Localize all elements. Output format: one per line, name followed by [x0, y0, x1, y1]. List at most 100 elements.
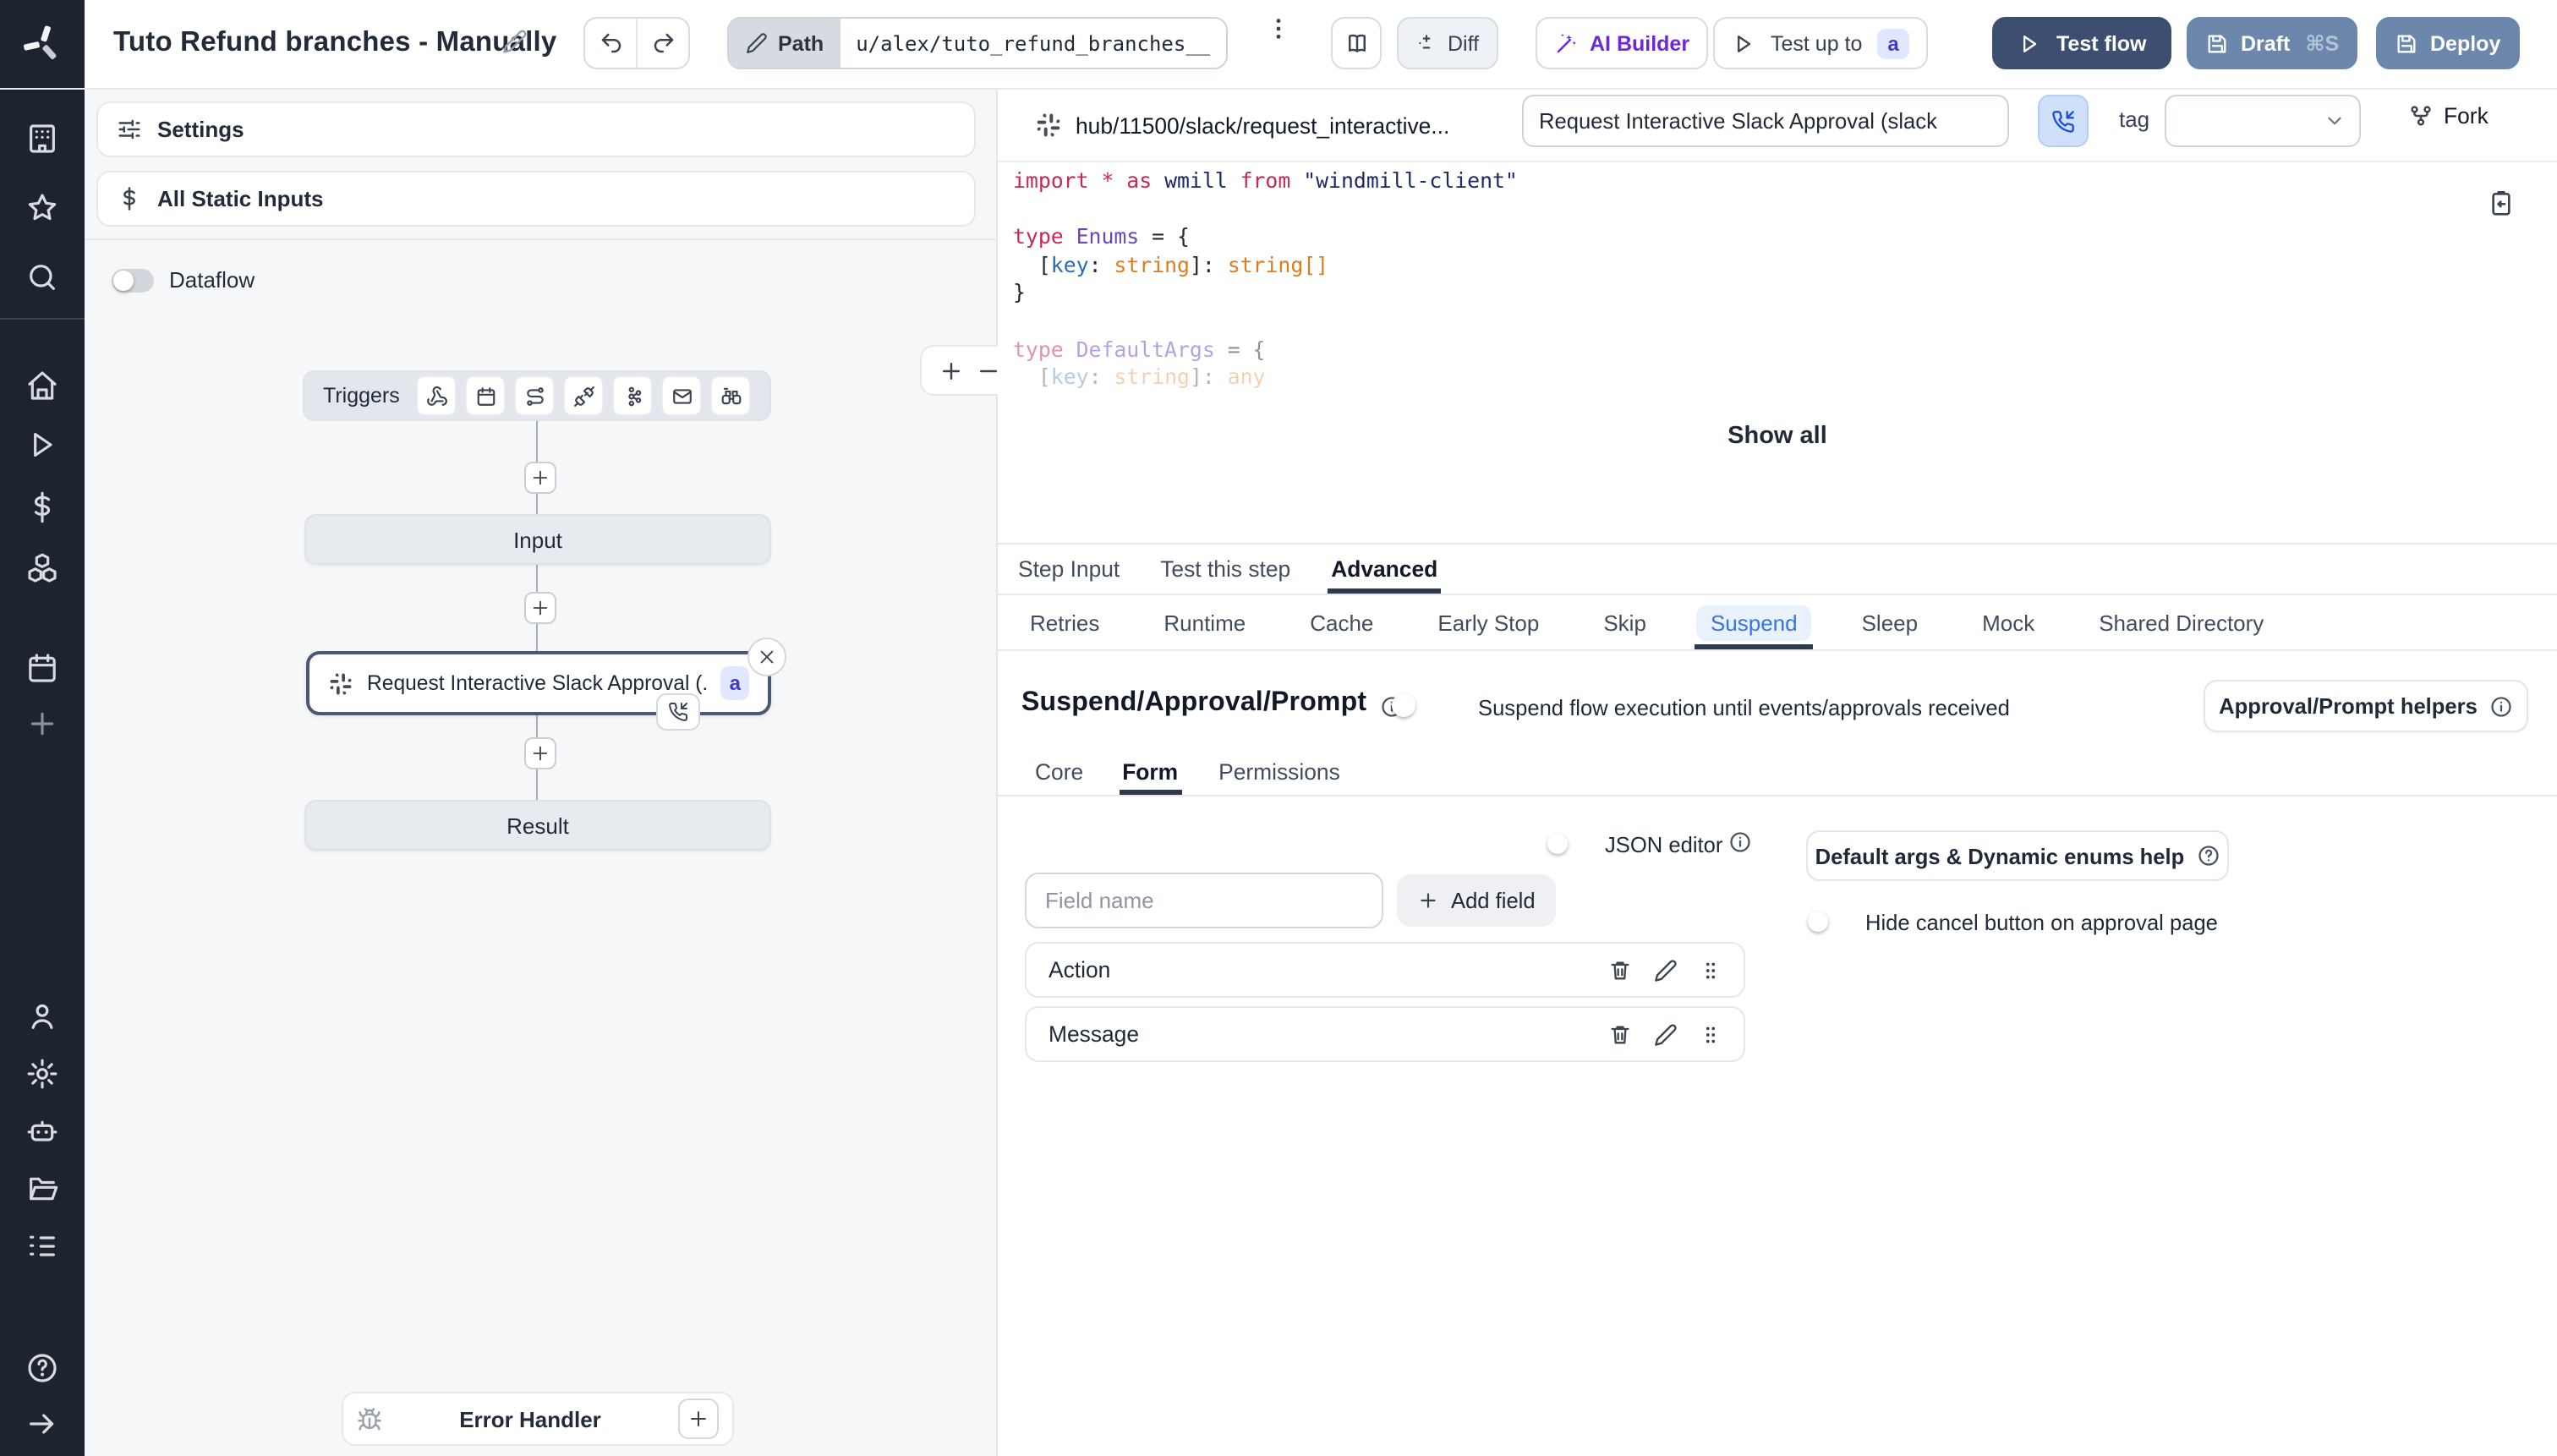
- all-static-inputs-button[interactable]: All Static Inputs: [96, 171, 976, 227]
- webhook-trigger-icon[interactable]: [416, 375, 457, 416]
- field-name: Action: [1049, 957, 1111, 983]
- flow-settings-button[interactable]: Settings: [96, 101, 976, 157]
- triggers-node[interactable]: Triggers: [303, 370, 771, 421]
- redo-button[interactable]: [636, 19, 688, 68]
- tab-early-stop[interactable]: Early Stop: [1405, 595, 1571, 649]
- variables-icon[interactable]: [25, 490, 59, 524]
- suspend-mode-button[interactable]: [2038, 95, 2089, 147]
- tag-select[interactable]: [2165, 95, 2361, 147]
- pencil-icon[interactable]: [1654, 958, 1678, 982]
- tab-permissions[interactable]: Permissions: [1198, 747, 1361, 795]
- tab-test-this-step[interactable]: Test this step: [1140, 545, 1311, 594]
- error-handler-node[interactable]: Error Handler: [342, 1392, 734, 1446]
- form-field-row[interactable]: Message: [1025, 1006, 1745, 1062]
- schedules-icon[interactable]: [25, 651, 59, 685]
- trash-icon[interactable]: [1608, 958, 1632, 982]
- expand-sidebar-icon[interactable]: [25, 1407, 59, 1441]
- docs-button[interactable]: [1331, 17, 1382, 69]
- favorites-star-icon[interactable]: [25, 191, 59, 225]
- remove-step-button[interactable]: [747, 638, 786, 676]
- schedule-trigger-icon[interactable]: [465, 375, 506, 416]
- tab-core[interactable]: Core: [998, 747, 1102, 795]
- runs-icon[interactable]: [25, 428, 59, 462]
- tab-mock[interactable]: Mock: [1950, 595, 2067, 649]
- add-icon[interactable]: [25, 707, 59, 741]
- tab-sleep[interactable]: Sleep: [1830, 595, 1951, 649]
- draft-label: Draft: [2241, 31, 2291, 55]
- copy-code-icon[interactable]: [2488, 189, 2515, 216]
- settings-gear-icon[interactable]: [25, 1057, 59, 1091]
- book-open-icon: [1348, 34, 1365, 52]
- show-all-code-button[interactable]: Show all: [998, 423, 2557, 450]
- zoom-out-icon[interactable]: [975, 358, 1000, 383]
- grip-icon[interactable]: [1700, 958, 1722, 982]
- windmill-logo[interactable]: [0, 0, 85, 88]
- tab-advanced[interactable]: Advanced: [1311, 545, 1458, 594]
- hub-script-path-text: hub/11500/slack/request_interactive...: [1076, 112, 1450, 138]
- tab-cache[interactable]: Cache: [1278, 595, 1405, 649]
- kafka-trigger-icon[interactable]: [612, 375, 653, 416]
- step-node-label: Request Interactive Slack Approval (...: [367, 671, 708, 695]
- tab-runtime[interactable]: Runtime: [1131, 595, 1278, 649]
- fork-button[interactable]: Fork: [2408, 103, 2489, 129]
- default-args-help-button[interactable]: Default args & Dynamic enums help: [1806, 830, 2229, 881]
- result-node[interactable]: Result: [304, 800, 771, 851]
- audit-logs-icon[interactable]: [25, 1229, 59, 1263]
- approval-prompt-helpers-button[interactable]: Approval/Prompt helpers: [2204, 680, 2528, 732]
- dataflow-toggle-row: Dataflow: [112, 267, 255, 293]
- windmill-flow-editor: Tuto Refund branches - Manually Path u/a…: [0, 0, 2557, 1456]
- flow-settings-label: Settings: [157, 117, 244, 142]
- scheduled-poll-trigger-icon[interactable]: [710, 375, 751, 416]
- slack-approval-step-node[interactable]: Request Interactive Slack Approval (... …: [306, 638, 786, 731]
- http-route-trigger-icon[interactable]: [514, 375, 555, 416]
- info-icon[interactable]: [1728, 830, 1752, 854]
- add-step-button[interactable]: [524, 592, 556, 624]
- input-node[interactable]: Input: [304, 514, 771, 565]
- field-name-input[interactable]: [1025, 873, 1383, 928]
- ai-bot-icon[interactable]: [25, 1114, 59, 1148]
- add-error-handler-button[interactable]: [678, 1399, 719, 1439]
- tab-step-input[interactable]: Step Input: [998, 545, 1140, 594]
- undo-button[interactable]: [585, 19, 636, 68]
- zoom-in-icon[interactable]: [938, 358, 963, 383]
- edit-title-icon[interactable]: [502, 29, 528, 54]
- email-trigger-icon[interactable]: [661, 375, 702, 416]
- git-fork-icon: [2411, 106, 2431, 126]
- tab-suspend[interactable]: Suspend: [1678, 595, 1830, 649]
- path-value[interactable]: u/alex/tuto_refund_branches__: [840, 19, 1226, 68]
- more-options-button[interactable]: [1265, 15, 1292, 42]
- user-icon[interactable]: [25, 999, 59, 1033]
- add-step-button[interactable]: [524, 737, 556, 769]
- tab-skip[interactable]: Skip: [1571, 595, 1678, 649]
- code-editor[interactable]: import * as wmill from "windmill-client"…: [1013, 167, 2501, 392]
- folders-icon[interactable]: [25, 1172, 59, 1206]
- diff-icon: [1419, 35, 1431, 49]
- trash-icon[interactable]: [1608, 1022, 1632, 1046]
- home-icon[interactable]: [25, 369, 59, 402]
- test-up-to-button[interactable]: Test up to a: [1713, 17, 1928, 69]
- resources-icon[interactable]: [25, 551, 59, 585]
- tab-shared-directory[interactable]: Shared Directory: [2067, 595, 2296, 649]
- help-icon[interactable]: [25, 1351, 59, 1385]
- grip-icon[interactable]: [1700, 1022, 1722, 1046]
- path-button[interactable]: Path u/alex/tuto_refund_branches__: [727, 17, 1228, 69]
- add-field-button[interactable]: Add field: [1397, 874, 1556, 927]
- pencil-icon[interactable]: [1654, 1022, 1678, 1046]
- search-icon[interactable]: [25, 260, 59, 294]
- ai-builder-button[interactable]: AI Builder: [1536, 17, 1709, 69]
- wand-sparkles-icon: [1557, 33, 1577, 53]
- diff-button[interactable]: Diff: [1397, 17, 1498, 69]
- draft-button[interactable]: Draft ⌘S: [2187, 17, 2358, 69]
- deploy-button[interactable]: Deploy: [2376, 17, 2520, 69]
- tab-retries[interactable]: Retries: [998, 595, 1131, 649]
- form-field-row[interactable]: Action: [1025, 942, 1745, 998]
- diff-label: Diff: [1448, 31, 1480, 55]
- tab-form[interactable]: Form: [1102, 747, 1198, 795]
- hub-script-path[interactable]: hub/11500/slack/request_interactive...: [1035, 112, 1449, 139]
- test-flow-button[interactable]: Test flow: [1992, 17, 2172, 69]
- workspace-icon[interactable]: [25, 122, 59, 156]
- dataflow-toggle[interactable]: [112, 268, 154, 292]
- websocket-trigger-icon[interactable]: [563, 375, 604, 416]
- add-step-button[interactable]: [524, 462, 556, 494]
- step-summary-input[interactable]: Request Interactive Slack Approval (slac…: [1522, 95, 2009, 147]
